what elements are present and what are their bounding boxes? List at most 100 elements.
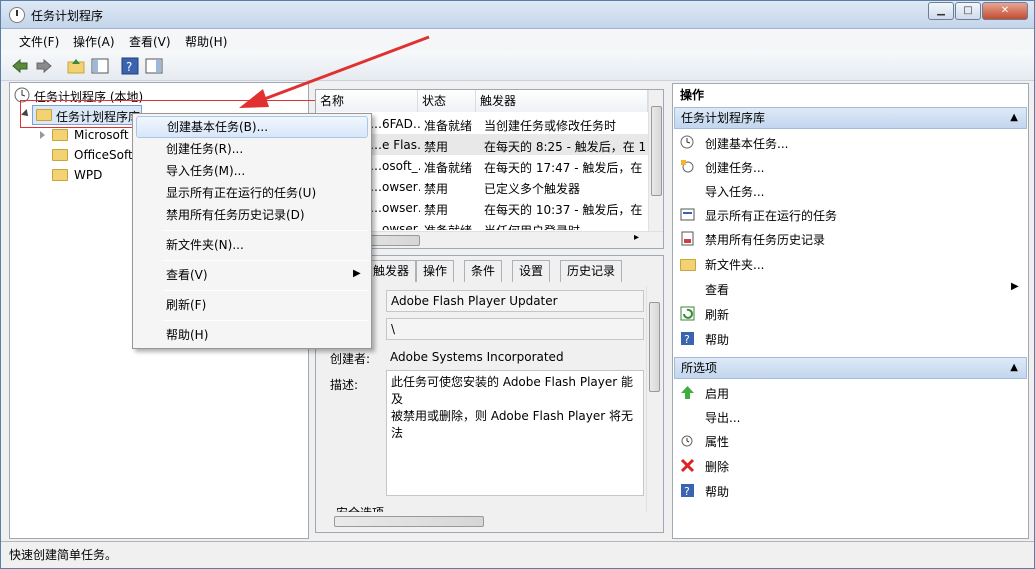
menu-view[interactable]: 查看(V): [129, 33, 171, 50]
folder-icon: [52, 169, 68, 181]
tab-history[interactable]: 历史记录: [560, 260, 623, 282]
tab-settings[interactable]: 设置: [512, 260, 551, 282]
action-create-task[interactable]: 创建任务...: [705, 159, 764, 176]
show-hide-action-pane-icon[interactable]: [145, 57, 163, 75]
ctx-new-folder[interactable]: 新文件夹(N)...: [136, 234, 368, 256]
author-label: 创建者:: [330, 352, 371, 366]
close-button[interactable]: ✕: [982, 2, 1028, 20]
menu-action[interactable]: 操作(A): [73, 33, 115, 50]
ctx-help[interactable]: 帮助(H): [136, 324, 368, 346]
task-row-trigger: 当创建任务或修改任务时: [484, 119, 617, 133]
task-row-status: 准备就绪: [424, 119, 473, 133]
action-new-folder[interactable]: 新文件夹...: [705, 256, 764, 273]
maximize-button[interactable]: □: [955, 2, 981, 20]
svg-text:?: ?: [684, 333, 690, 346]
help-icon: ?: [681, 332, 694, 346]
tab-conditions[interactable]: 条件: [464, 260, 503, 282]
action-help[interactable]: 帮助: [705, 331, 729, 348]
help-icon: ?: [681, 484, 694, 498]
tab-actions[interactable]: 操作: [416, 260, 455, 282]
folder-up-icon[interactable]: [67, 57, 85, 75]
column-header-name[interactable]: 名称: [316, 90, 418, 112]
collapse-up-icon[interactable]: ▲: [1010, 358, 1018, 378]
help-icon[interactable]: ?: [121, 57, 139, 75]
ctx-show-running[interactable]: 显示所有正在运行的任务(U): [136, 182, 368, 204]
status-text: 快速创建简单任务。: [9, 548, 118, 562]
description-line: 被禁用或删除，则 Adobe Flash Player 将无法: [391, 409, 634, 440]
menu-separator: [163, 320, 368, 321]
minimize-button[interactable]: ▁: [928, 2, 954, 20]
menu-bar: 文件(F) 操作(A) 查看(V) 帮助(H): [1, 29, 1034, 51]
task-list-vscroll[interactable]: [648, 90, 663, 231]
folder-icon: [52, 129, 68, 141]
tree-item-officesoft[interactable]: OfficeSoft: [74, 148, 133, 162]
task-name-field: Adobe Flash Player Updater: [386, 290, 644, 312]
status-bar: 快速创建简单任务。: [1, 541, 1034, 568]
description-label: 描述:: [330, 378, 359, 392]
create-task-icon: [681, 160, 694, 173]
action-delete[interactable]: 删除: [705, 458, 729, 475]
tree-item-microsoft[interactable]: Microsoft: [74, 128, 129, 142]
context-menu: 创建基本任务(B)... 创建任务(R)... 导入任务(M)... 显示所有正…: [132, 113, 372, 349]
collapsed-arrow-icon[interactable]: [40, 131, 45, 139]
task-row-name[interactable]: …osoft_…: [370, 159, 420, 173]
detail-vscroll[interactable]: [646, 286, 661, 512]
ctx-refresh[interactable]: 刷新(F): [136, 294, 368, 316]
action-import-task[interactable]: 导入任务...: [705, 183, 764, 200]
task-row-status: 准备就绪: [424, 222, 480, 230]
actions-section-library[interactable]: 任务计划程序库 ▲: [674, 107, 1027, 129]
task-row-name[interactable]: …e Flas…: [370, 138, 420, 152]
task-row-trigger: 在每天的 10:37 - 触发后，在: [484, 203, 643, 217]
ctx-create-task[interactable]: 创建任务(R)...: [136, 138, 368, 160]
column-header-status[interactable]: 状态: [418, 90, 476, 112]
task-row-trigger: 在每天的 8:25 - 触发后，在 1: [484, 140, 647, 154]
tab-triggers[interactable]: 触发器: [366, 260, 417, 282]
delete-x-icon: [680, 458, 695, 473]
security-options-label: 安全选项: [336, 504, 384, 512]
scroll-thumb[interactable]: [651, 106, 662, 196]
svg-text:?: ?: [126, 60, 132, 74]
task-row-status: 禁用: [424, 203, 449, 217]
description-line: 此任务可使您安装的 Adobe Flash Player 能及: [391, 375, 634, 406]
actions-section-selected[interactable]: 所选项 ▲: [674, 357, 1027, 379]
forward-arrow-icon[interactable]: [35, 57, 53, 75]
action-disable-history[interactable]: 禁用所有任务历史记录: [705, 231, 825, 248]
enable-up-arrow-icon: [681, 386, 694, 399]
create-basic-task-icon: [680, 135, 694, 149]
menu-help[interactable]: 帮助(H): [185, 33, 227, 50]
action-properties[interactable]: 属性: [705, 433, 729, 450]
action-show-running-tasks[interactable]: 显示所有正在运行的任务: [705, 207, 837, 224]
task-row-name[interactable]: …owser…: [370, 222, 420, 230]
detail-hscroll[interactable]: [316, 513, 663, 531]
action-view[interactable]: 查看: [705, 281, 729, 298]
menu-file[interactable]: 文件(F): [19, 33, 59, 50]
task-row-status: 禁用: [424, 140, 449, 154]
ctx-create-basic-task[interactable]: 创建基本任务(B)...: [136, 116, 368, 138]
scroll-thumb[interactable]: [334, 516, 484, 527]
back-arrow-icon[interactable]: [11, 57, 29, 75]
action-create-basic-task[interactable]: 创建基本任务...: [705, 135, 788, 152]
description-box: 此任务可使您安装的 Adobe Flash Player 能及 被禁用或删除，则…: [386, 370, 644, 496]
action-refresh[interactable]: 刷新: [705, 306, 729, 323]
column-header-trigger[interactable]: 触发器: [476, 90, 648, 112]
task-row-name[interactable]: …owser…: [370, 201, 420, 215]
menu-separator: [163, 290, 368, 291]
submenu-arrow-icon: ▶: [1011, 281, 1019, 292]
collapse-up-icon[interactable]: ▲: [1010, 108, 1018, 128]
ctx-disable-history[interactable]: 禁用所有任务历史记录(D): [136, 204, 368, 226]
window-title: 任务计划程序: [31, 9, 104, 23]
clock-icon: [9, 7, 25, 23]
task-row-status: 准备就绪: [424, 161, 473, 175]
svg-text:?: ?: [684, 485, 690, 498]
ctx-import-task[interactable]: 导入任务(M)...: [136, 160, 368, 182]
action-enable[interactable]: 启用: [705, 385, 729, 402]
scroll-right-arrow-icon[interactable]: ▸: [634, 232, 639, 243]
tree-item-wpd[interactable]: WPD: [74, 168, 102, 182]
action-help-selected[interactable]: 帮助: [705, 483, 729, 500]
show-hide-tree-icon[interactable]: [91, 57, 109, 75]
ctx-view[interactable]: 查看(V): [136, 264, 368, 286]
task-row-name[interactable]: …owser…: [370, 180, 420, 194]
action-export[interactable]: 导出...: [705, 409, 740, 426]
scroll-thumb[interactable]: [649, 302, 660, 392]
task-row-name[interactable]: …6FAD…: [370, 117, 420, 131]
